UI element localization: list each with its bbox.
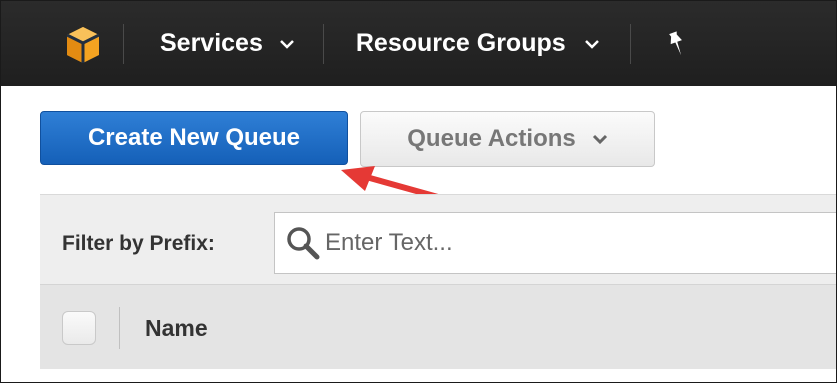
pin-icon [668, 30, 682, 55]
filter-panel: Filter by Prefix: [40, 194, 836, 285]
filter-input-container[interactable] [274, 212, 836, 274]
create-new-queue-label: Create New Queue [87, 124, 301, 151]
queue-actions-label: Queue Actions [407, 125, 576, 152]
filter-by-prefix-label: Filter by Prefix: [62, 232, 215, 255]
name-column-header[interactable]: Name [145, 315, 208, 342]
chevron-down-icon [279, 39, 294, 49]
filter-prefix-input[interactable] [321, 229, 825, 257]
queue-actions-button[interactable]: Queue Actions [360, 111, 655, 167]
top-navigation-bar: Services Resource Groups [1, 1, 836, 86]
queue-table-header: Name [40, 284, 836, 369]
aws-cube-icon [66, 26, 100, 63]
resource-groups-menu[interactable]: Resource Groups [324, 1, 630, 86]
column-divider [119, 307, 120, 349]
resource-groups-label: Resource Groups [355, 29, 566, 57]
aws-logo[interactable] [63, 1, 123, 86]
select-all-checkbox[interactable] [62, 311, 96, 345]
services-label: Services [160, 29, 263, 57]
app-window: Services Resource Groups Create New Queu… [0, 0, 837, 383]
search-icon [287, 227, 320, 260]
services-menu[interactable]: Services [124, 1, 323, 86]
chevron-down-icon [584, 39, 599, 49]
create-new-queue-button[interactable]: Create New Queue [40, 111, 348, 165]
pin-button[interactable] [631, 1, 689, 86]
chevron-down-icon [592, 134, 607, 145]
